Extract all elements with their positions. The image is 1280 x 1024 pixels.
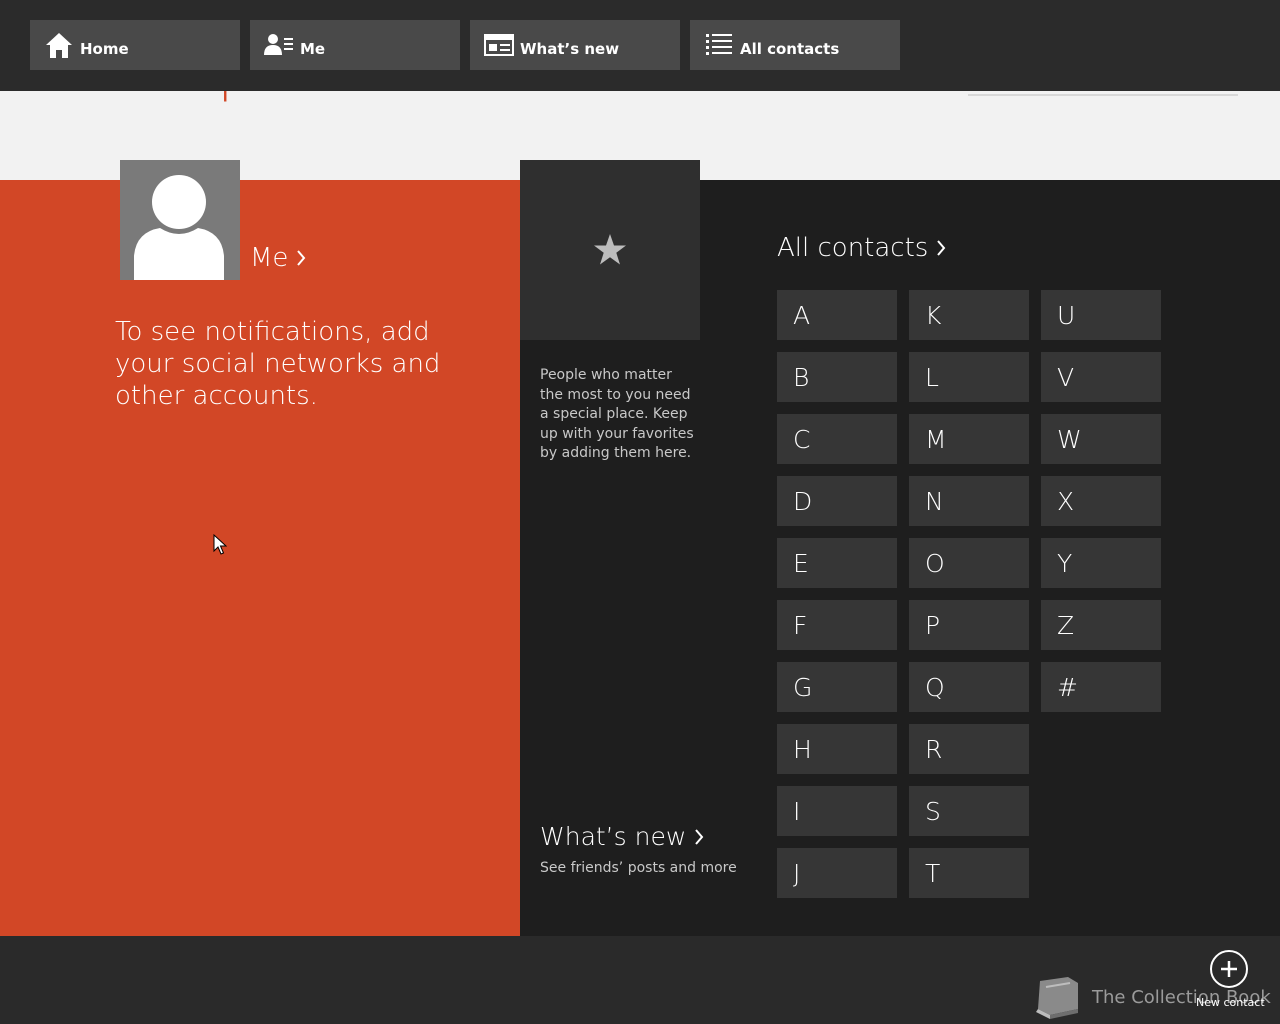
home-icon <box>44 30 74 60</box>
letter-tile[interactable]: I <box>777 786 897 836</box>
letter-label: N <box>925 486 944 516</box>
letter-label: B <box>793 362 810 392</box>
letter-label: Q <box>925 672 945 702</box>
letter-tile[interactable]: S <box>909 786 1029 836</box>
nav-whats-new-label: What’s new <box>520 40 620 58</box>
notification-message: To see notifications, add your social ne… <box>115 317 441 411</box>
letter-label: Y <box>1057 548 1073 578</box>
favorites-tile[interactable] <box>520 160 700 340</box>
letter-tile[interactable]: A <box>777 290 897 340</box>
letter-tile[interactable]: # <box>1041 662 1161 712</box>
letter-label: T <box>925 858 941 888</box>
plus-icon <box>1221 961 1237 977</box>
whats-new-subtitle: See friends’ posts and more <box>540 860 737 876</box>
nav-home-label: Home <box>80 40 129 58</box>
avatar[interactable] <box>120 160 240 280</box>
favorites-description: People who matter the most to you need a… <box>540 367 694 461</box>
letter-label: W <box>1057 424 1082 454</box>
letter-tile[interactable]: N <box>909 476 1029 526</box>
star-icon <box>594 234 626 265</box>
me-link-label: Me <box>250 243 289 273</box>
news-feed-icon <box>484 30 514 60</box>
letter-label: F <box>793 610 808 640</box>
letter-label: C <box>793 424 811 454</box>
new-contact-button[interactable] <box>1210 950 1248 988</box>
chevron-right-icon <box>937 240 946 256</box>
letter-label: K <box>925 300 942 330</box>
letter-label: G <box>793 672 813 702</box>
whats-new-link-label: What’s new <box>540 822 687 851</box>
letter-tile[interactable]: J <box>777 848 897 898</box>
letter-label: O <box>925 548 945 578</box>
letter-tile[interactable]: B <box>777 352 897 402</box>
letter-tile[interactable]: G <box>777 662 897 712</box>
letter-tile[interactable]: K <box>909 290 1029 340</box>
letter-label: J <box>793 858 801 888</box>
letter-tile[interactable]: W <box>1041 414 1161 464</box>
letter-tile[interactable]: D <box>777 476 897 526</box>
list-icon <box>704 30 734 60</box>
letter-tile[interactable]: C <box>777 414 897 464</box>
letter-label: L <box>925 362 939 392</box>
nav-all-contacts-button[interactable]: All contacts <box>690 20 900 70</box>
new-contact-label: New contact <box>1196 996 1265 1009</box>
nav-home-button[interactable]: Home <box>30 20 240 70</box>
whats-new-link[interactable]: What’s new <box>540 822 704 851</box>
letter-label: S <box>925 796 941 826</box>
letter-label: E <box>793 548 809 578</box>
letter-tile[interactable]: T <box>909 848 1029 898</box>
letter-label: H <box>793 734 812 764</box>
letter-label: X <box>1057 486 1075 516</box>
letter-label: I <box>793 796 801 826</box>
letter-label: D <box>793 486 813 516</box>
search-box[interactable] <box>968 94 1238 96</box>
letter-label: P <box>925 610 941 640</box>
me-link[interactable]: Me <box>250 243 306 273</box>
letter-tile[interactable]: O <box>909 538 1029 588</box>
letter-tile[interactable]: U <box>1041 290 1161 340</box>
letter-tile[interactable]: F <box>777 600 897 650</box>
letter-label: A <box>793 300 811 330</box>
letter-label: # <box>1057 672 1078 702</box>
letter-tile[interactable]: E <box>777 538 897 588</box>
chevron-right-icon <box>297 250 306 266</box>
letter-label: U <box>1057 300 1076 330</box>
letter-label: R <box>925 734 943 764</box>
book-icon <box>1036 977 1078 1019</box>
nav-all-contacts-label: All contacts <box>740 40 840 58</box>
all-contacts-link-label: All contacts <box>777 233 929 263</box>
letter-tile[interactable]: X <box>1041 476 1161 526</box>
bottom-app-bar <box>0 936 1280 1024</box>
mouse-cursor-icon <box>213 534 227 555</box>
nav-whats-new-button[interactable]: What’s new <box>470 20 680 70</box>
letter-label: Z <box>1057 610 1075 640</box>
letter-tile[interactable]: M <box>909 414 1029 464</box>
nav-me-button[interactable]: Me <box>250 20 460 70</box>
all-contacts-link[interactable]: All contacts <box>777 233 946 263</box>
chevron-right-icon <box>695 828 704 845</box>
letter-tile[interactable]: Z <box>1041 600 1161 650</box>
letter-tile[interactable]: Y <box>1041 538 1161 588</box>
letter-tile[interactable]: V <box>1041 352 1161 402</box>
letter-tile[interactable]: H <box>777 724 897 774</box>
top-nav-bar: Home Me What’s new All contacts <box>0 0 1280 91</box>
person-list-icon <box>264 30 294 60</box>
letter-tile[interactable]: L <box>909 352 1029 402</box>
letter-label: M <box>925 424 947 454</box>
letter-tile[interactable]: Q <box>909 662 1029 712</box>
person-silhouette-icon <box>134 175 224 280</box>
letter-tile[interactable]: R <box>909 724 1029 774</box>
nav-me-label: Me <box>300 40 326 58</box>
letter-tile[interactable]: P <box>909 600 1029 650</box>
letter-label: V <box>1057 362 1075 392</box>
me-panel <box>0 180 520 936</box>
